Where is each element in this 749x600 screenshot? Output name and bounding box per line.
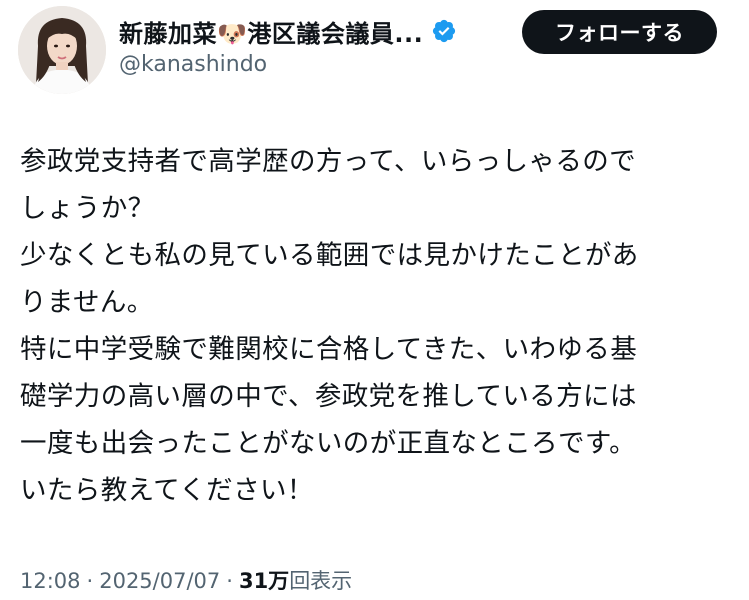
user-handle[interactable]: @kanashindo: [119, 52, 267, 77]
views-count[interactable]: 31万: [239, 565, 289, 595]
tweet-line: 一度も出会ったことがないのが正直なところです。: [20, 428, 637, 459]
tweet-meta: 12:08 · 2025/07/07 · 31万 回表示: [20, 565, 352, 595]
views-label: 回表示: [289, 569, 353, 593]
tweet-date[interactable]: 2025/07/07: [99, 569, 220, 593]
tweet-line: 礎学力の高い層の中で、参政党を推している方には: [20, 381, 637, 412]
tweet-line: いたら教えてください！: [20, 475, 314, 506]
tweet-line: しょうか？: [20, 193, 155, 224]
tweet-text: 参政党支持者で高学歴の方って、いらっしゃるので しょうか？ 少なくとも私の見てい…: [20, 138, 730, 514]
meta-separator: ·: [86, 569, 94, 593]
display-name[interactable]: 新藤加菜🐶港区議会議員...: [119, 14, 423, 49]
avatar[interactable]: [18, 6, 106, 94]
tweet-line: 少なくとも私の見ている範囲では見かけたことがあ: [20, 240, 639, 271]
verified-badge-icon: [431, 18, 457, 44]
tweet-time[interactable]: 12:08: [20, 569, 81, 593]
tweet-line: 参政党支持者で高学歴の方って、いらっしゃるので: [20, 146, 637, 177]
meta-separator: ·: [226, 569, 233, 593]
tweet-line: 特に中学受験で難関校に合格してきた、いわゆる基: [20, 334, 638, 365]
follow-button[interactable]: フォローする: [522, 10, 717, 54]
tweet-line: りません。: [20, 287, 154, 318]
tweet-header: 新藤加菜🐶港区議会議員... @kanashindo フォローする: [0, 0, 749, 100]
avatar-photo: [18, 6, 106, 94]
display-name-row[interactable]: 新藤加菜🐶港区議会議員...: [119, 14, 457, 48]
